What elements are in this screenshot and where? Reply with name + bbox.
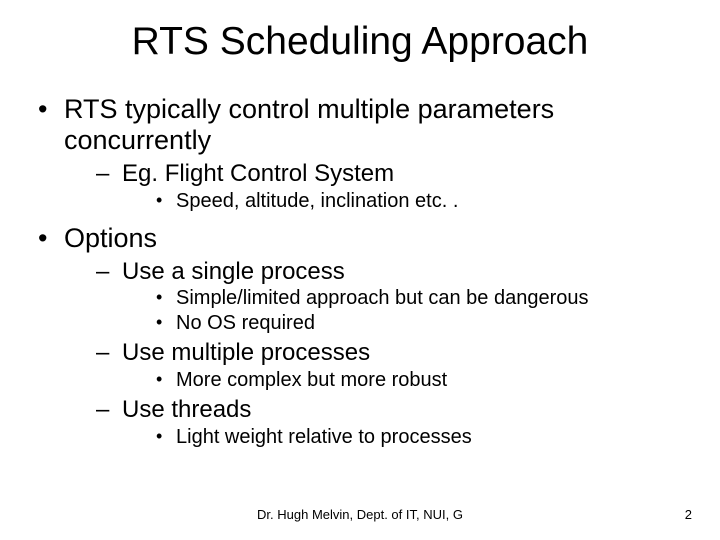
bullet-text: Use threads bbox=[122, 396, 251, 423]
bullet-lvl1: Options Use a single process Simple/limi… bbox=[36, 223, 684, 449]
bullet-lvl3: Simple/limited approach but can be dange… bbox=[152, 287, 684, 310]
bullet-lvl3: No OS required bbox=[152, 312, 684, 335]
page-number: 2 bbox=[685, 507, 692, 522]
bullet-text: No OS required bbox=[176, 312, 315, 334]
bullet-lvl1: RTS typically control multiple parameter… bbox=[36, 94, 684, 213]
bullet-text: Eg. Flight Control System bbox=[122, 160, 394, 187]
bullet-text: Use multiple processes bbox=[122, 339, 370, 366]
bullet-lvl2: Use multiple processes More complex but … bbox=[94, 339, 684, 392]
bullet-lvl2: Use threads Light weight relative to pro… bbox=[94, 396, 684, 449]
bullet-text: More complex but more robust bbox=[176, 369, 447, 391]
bullet-lvl3: Light weight relative to processes bbox=[152, 426, 684, 449]
bullet-list: RTS typically control multiple parameter… bbox=[36, 94, 684, 449]
bullet-text: Options bbox=[64, 223, 157, 253]
slide-body: RTS typically control multiple parameter… bbox=[0, 74, 720, 449]
bullet-text: Light weight relative to processes bbox=[176, 426, 472, 448]
slide: RTS Scheduling Approach RTS typically co… bbox=[0, 0, 720, 540]
bullet-text: Speed, altitude, inclination etc. . bbox=[176, 190, 458, 212]
bullet-text: Simple/limited approach but can be dange… bbox=[176, 287, 588, 309]
footer-credit: Dr. Hugh Melvin, Dept. of IT, NUI, G bbox=[0, 507, 720, 522]
bullet-lvl3: Speed, altitude, inclination etc. . bbox=[152, 190, 684, 213]
bullet-text: Use a single process bbox=[122, 258, 345, 285]
bullet-lvl3: More complex but more robust bbox=[152, 369, 684, 392]
bullet-lvl2: Eg. Flight Control System Speed, altitud… bbox=[94, 160, 684, 213]
bullet-text: RTS typically control multiple parameter… bbox=[64, 94, 554, 155]
bullet-lvl2: Use a single process Simple/limited appr… bbox=[94, 258, 684, 336]
slide-title: RTS Scheduling Approach bbox=[0, 0, 720, 74]
